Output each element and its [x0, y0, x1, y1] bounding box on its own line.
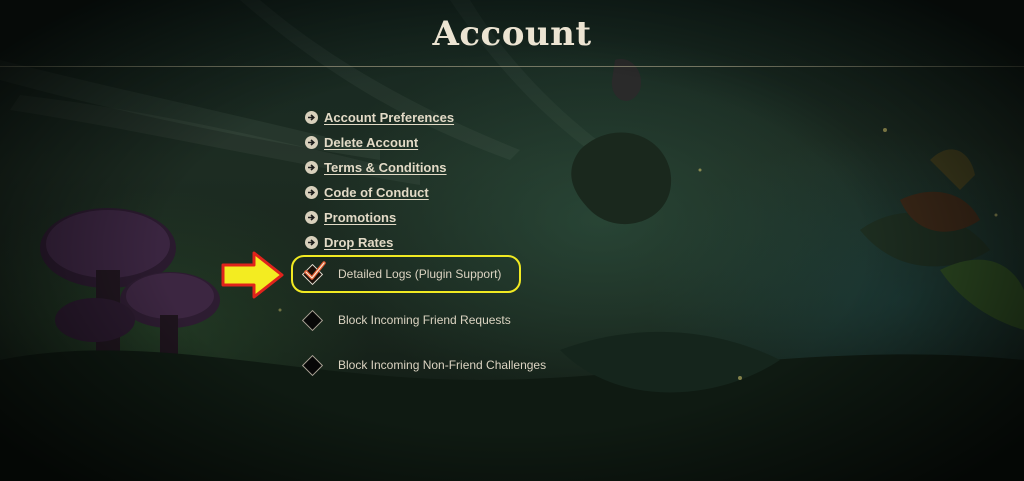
option-block-non-friend-challenges[interactable]: Block Incoming Non-Friend Challenges	[300, 353, 546, 377]
page-title: Account	[432, 14, 592, 54]
account-menu: Account Preferences Delete Account Terms…	[305, 105, 454, 255]
arrow-circle-right-icon	[305, 236, 318, 249]
menu-item-terms-conditions[interactable]: Terms & Conditions	[305, 155, 454, 180]
arrow-circle-right-icon	[305, 186, 318, 199]
option-block-friend-requests[interactable]: Block Incoming Friend Requests	[300, 308, 511, 332]
diamond-icon	[301, 354, 323, 376]
menu-item-code-of-conduct[interactable]: Code of Conduct	[305, 180, 454, 205]
option-label: Block Incoming Non-Friend Challenges	[338, 358, 547, 372]
checkmark-icon	[304, 261, 326, 280]
account-screen: Account Account Preferences Delete Accou…	[0, 0, 1024, 481]
menu-label: Code of Conduct	[324, 185, 429, 200]
arrow-circle-right-icon	[305, 211, 318, 224]
checkbox-unchecked[interactable]	[300, 308, 324, 332]
option-label: Detailed Logs (Plugin Support)	[338, 267, 502, 281]
option-detailed-logs[interactable]: Detailed Logs (Plugin Support)	[300, 261, 502, 286]
menu-label: Delete Account	[324, 135, 419, 150]
diamond-icon	[301, 309, 323, 331]
menu-item-promotions[interactable]: Promotions	[305, 205, 454, 230]
annotation-arrow-icon	[221, 251, 284, 299]
checkbox-checked[interactable]	[300, 261, 326, 286]
arrow-circle-right-icon	[305, 111, 318, 124]
menu-item-drop-rates[interactable]: Drop Rates	[305, 230, 454, 255]
title-divider	[0, 66, 1024, 67]
menu-label: Drop Rates	[324, 235, 394, 250]
menu-label: Account Preferences	[324, 110, 455, 125]
arrow-circle-right-icon	[305, 161, 318, 174]
menu-item-delete-account[interactable]: Delete Account	[305, 130, 454, 155]
menu-item-account-preferences[interactable]: Account Preferences	[305, 105, 454, 130]
arrow-circle-right-icon	[305, 136, 318, 149]
forest-background	[0, 0, 1024, 481]
menu-label: Promotions	[324, 210, 397, 225]
checkbox-unchecked[interactable]	[300, 353, 324, 377]
menu-label: Terms & Conditions	[324, 160, 447, 175]
option-label: Block Incoming Friend Requests	[338, 313, 511, 327]
